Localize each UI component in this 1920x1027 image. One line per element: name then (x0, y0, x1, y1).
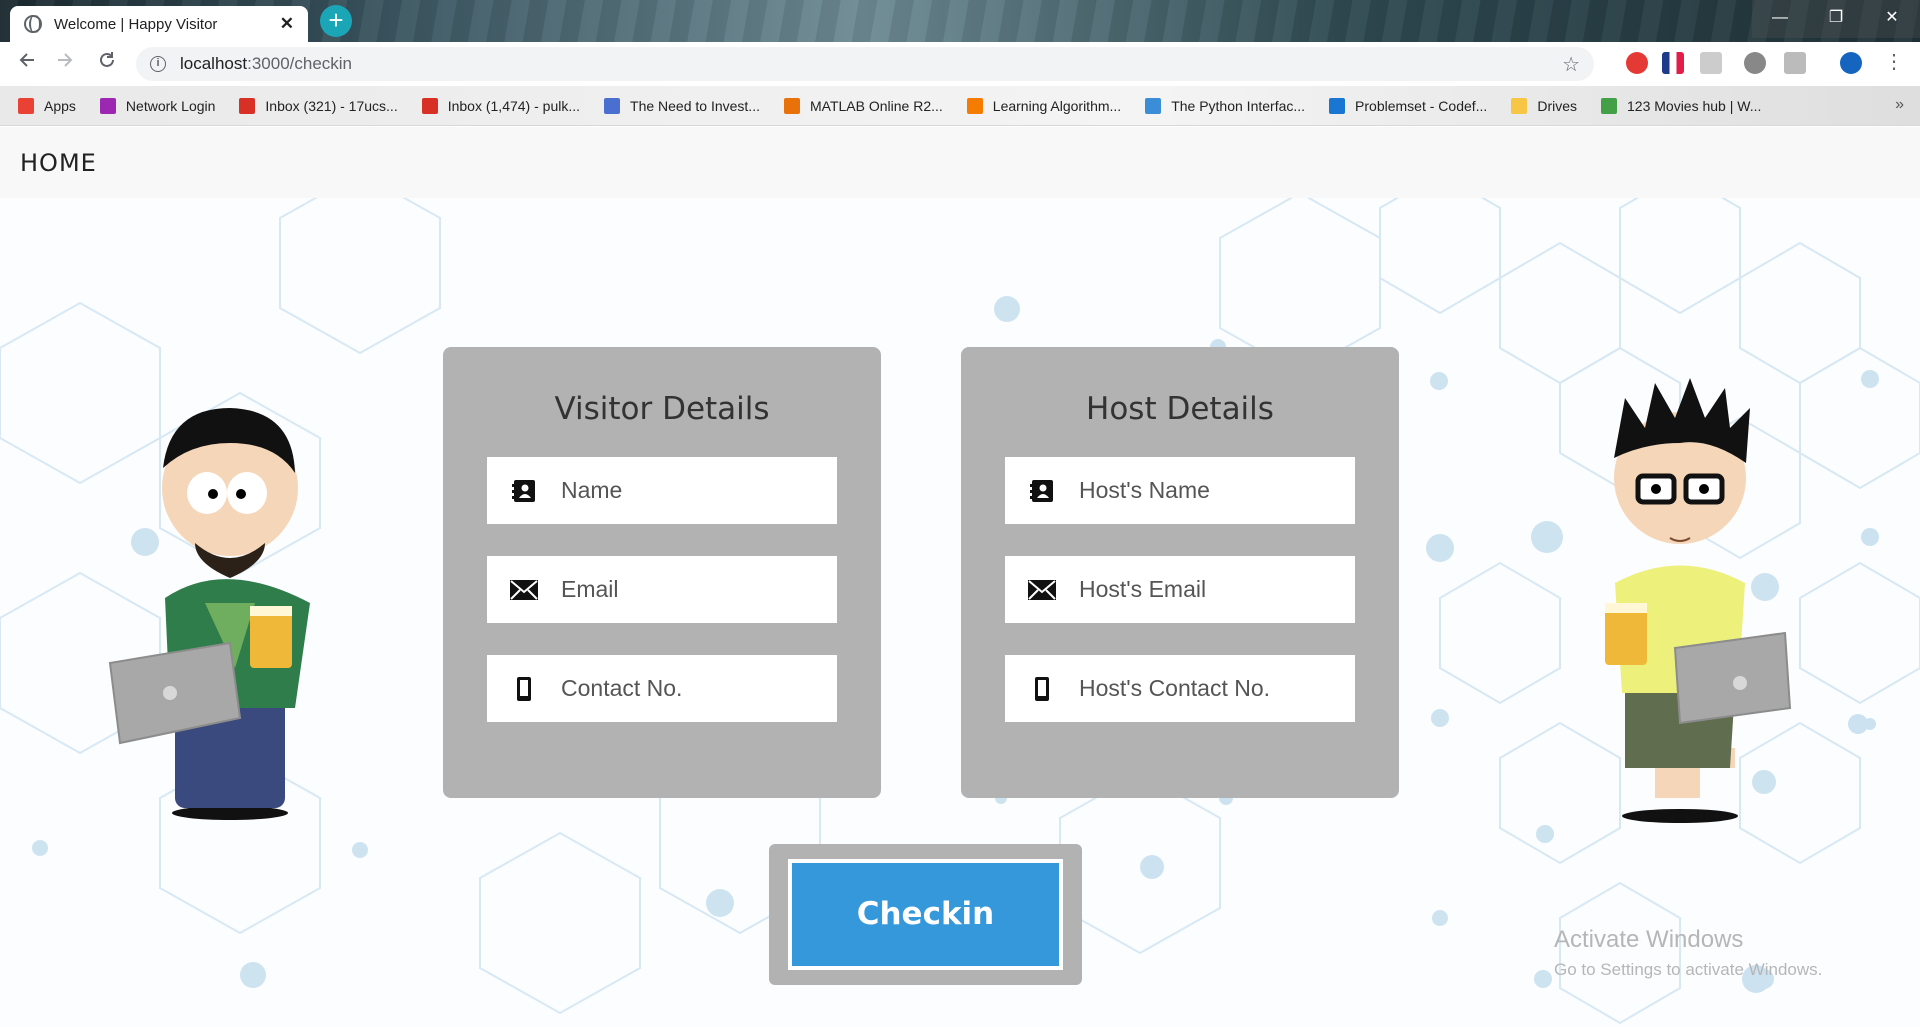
bookmark-favicon-icon (1145, 97, 1162, 114)
visitor-character-illustration (108, 408, 310, 820)
browser-tab[interactable]: Welcome | Happy Visitor ✕ (10, 6, 308, 42)
host-email-field[interactable]: Host's Email (1005, 556, 1355, 623)
profile-avatar[interactable] (1840, 52, 1862, 74)
bookmark-item[interactable]: Network Login (99, 97, 216, 114)
mobile-phone-icon (1027, 674, 1057, 704)
bookmark-favicon-icon (421, 97, 438, 114)
bookmark-item[interactable]: Learning Algorithm... (966, 97, 1122, 114)
contact-card-icon (509, 476, 539, 506)
host-details-title: Host Details (1086, 391, 1274, 427)
bookmark-label: Network Login (125, 97, 216, 114)
visitor-contact-field[interactable]: Contact No. (487, 655, 837, 722)
bookmark-label: The Need to Invest... (630, 97, 760, 114)
globe-icon (24, 15, 42, 33)
bookmark-item[interactable]: Problemset - Codef... (1329, 97, 1488, 114)
visitor-details-card: Visitor Details Name Email Contact No. (443, 347, 881, 798)
visitor-contact-placeholder: Contact No. (561, 675, 683, 701)
watermark-subtitle: Go to Settings to activate Windows. (1554, 960, 1823, 979)
bookmark-label: Inbox (321) - 17ucs... (265, 97, 398, 114)
bookmark-item[interactable]: Drives (1511, 97, 1577, 114)
bookmark-label: MATLAB Online R2... (809, 97, 943, 114)
info-icon[interactable]: i (150, 56, 166, 72)
page-content: HOME Visitor Details Name Email Contact … (0, 127, 1920, 1027)
bookmark-item[interactable]: 123 Movies hub | W... (1601, 97, 1762, 114)
visitor-name-field[interactable]: Name (487, 457, 837, 524)
host-email-placeholder: Host's Email (1079, 576, 1207, 602)
bookmark-label: Learning Algorithm... (992, 97, 1122, 114)
activate-windows-watermark: Activate Windows Go to Settings to activ… (1554, 926, 1822, 980)
bookmark-label: 123 Movies hub | W... (1627, 97, 1762, 114)
tab-close-icon[interactable]: ✕ (280, 14, 294, 34)
extension-cast-icon[interactable] (1700, 52, 1722, 74)
host-name-field[interactable]: Host's Name (1005, 457, 1355, 524)
envelope-icon (1027, 575, 1057, 605)
bookmark-label: Inbox (1,474) - pulk... (447, 97, 581, 114)
bookmark-item[interactable]: MATLAB Online R2... (783, 97, 943, 114)
contact-card-icon (1027, 476, 1057, 506)
bookmark-label: Drives (1537, 97, 1577, 114)
extension-flag-icon[interactable] (1662, 52, 1684, 74)
bookmark-favicon-icon (1511, 97, 1528, 114)
close-window-button[interactable]: ✕ (1864, 0, 1920, 38)
extension-target-icon[interactable] (1744, 52, 1766, 74)
back-icon[interactable] (12, 49, 42, 79)
watermark-title: Activate Windows (1554, 926, 1744, 953)
menu-icon[interactable]: ⋮ (1884, 52, 1904, 74)
address-bar[interactable]: i localhost:3000/checkin ☆ (136, 47, 1594, 81)
bookmark-label: The Python Interfac... (1171, 97, 1306, 114)
visitor-details-title: Visitor Details (554, 391, 770, 427)
bookmark-item[interactable]: Apps (18, 97, 76, 114)
host-contact-field[interactable]: Host's Contact No. (1005, 655, 1355, 722)
bookmark-favicon-icon (1329, 97, 1346, 114)
envelope-icon (509, 575, 539, 605)
forward-icon[interactable] (50, 49, 80, 79)
extension-drive-icon[interactable] (1784, 52, 1806, 74)
extension-opera-icon[interactable] (1626, 52, 1648, 74)
bookmark-favicon-icon (18, 97, 34, 114)
bookmark-favicon-icon (1601, 97, 1617, 114)
home-link[interactable]: HOME (20, 149, 97, 177)
mobile-phone-icon (509, 674, 539, 704)
bookmark-item[interactable]: The Python Interfac... (1145, 97, 1306, 114)
reload-icon[interactable] (92, 49, 122, 79)
minimize-button[interactable]: — (1752, 0, 1808, 38)
bookmark-item[interactable]: The Need to Invest... (604, 97, 760, 114)
bookmarks-bar: Apps Network Login Inbox (321) - 17ucs... I… (0, 86, 1920, 126)
host-details-card: Host Details Host's Name Host's Email Ho… (961, 347, 1399, 798)
visitor-email-placeholder: Email (561, 576, 619, 602)
bookmark-star-icon[interactable]: ☆ (1562, 52, 1580, 77)
bookmark-item[interactable]: Inbox (321) - 17ucs... (239, 97, 398, 114)
bookmark-label: Problemset - Codef... (1355, 97, 1488, 114)
host-character-illustration (1605, 378, 1792, 823)
url-text: localhost:3000/checkin (180, 54, 353, 73)
maximize-button[interactable]: ❐ (1808, 0, 1864, 38)
bookmarks-more-icon[interactable]: » (1895, 96, 1904, 114)
visitor-email-field[interactable]: Email (487, 556, 837, 623)
bookmark-label: Apps (44, 97, 76, 114)
tab-title: Welcome | Happy Visitor (54, 15, 218, 33)
bookmark-favicon-icon (239, 97, 256, 114)
host-contact-placeholder: Host's Contact No. (1079, 675, 1271, 701)
browser-tab-strip: Welcome | Happy Visitor ✕ + — ❐ ✕ (0, 0, 1920, 42)
top-navbar: HOME (0, 127, 1920, 198)
host-name-placeholder: Host's Name (1079, 477, 1210, 503)
bookmark-favicon-icon (604, 97, 621, 114)
bookmark-favicon-icon (99, 97, 116, 114)
bookmark-item[interactable]: Inbox (1,474) - pulk... (421, 97, 581, 114)
bookmark-favicon-icon (966, 97, 983, 114)
new-tab-button[interactable]: + (320, 5, 352, 37)
visitor-name-placeholder: Name (561, 477, 623, 503)
bookmark-favicon-icon (783, 97, 800, 114)
checkin-button-container: Checkin (769, 844, 1082, 985)
checkin-button[interactable]: Checkin (788, 859, 1063, 970)
